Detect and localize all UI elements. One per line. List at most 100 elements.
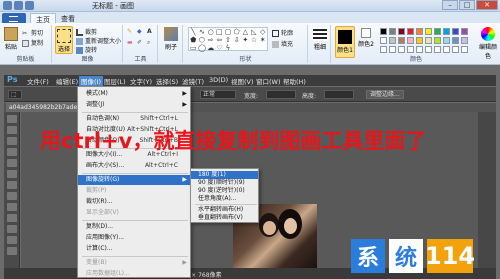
menu-file[interactable]: 文件(F) (27, 76, 49, 86)
blur-tool-icon[interactable] (6, 247, 17, 255)
color-swatch[interactable] (380, 28, 387, 35)
rectangle-shape-icon[interactable]: □ (215, 28, 224, 36)
color-swatch[interactable] (425, 28, 432, 35)
color2-button[interactable]: 颜色2 (357, 28, 375, 48)
menu-filter[interactable]: 滤镜(T) (182, 76, 204, 86)
rotation-menu-item[interactable]: 90 度(逆时针)(0) (191, 187, 258, 195)
image-menu-item[interactable]: 裁剪(P) (78, 186, 190, 196)
quick-select-tool-icon[interactable] (6, 148, 17, 156)
mode-select[interactable]: 正常 (200, 90, 236, 99)
polygon-shape-icon[interactable]: ⬠ (232, 28, 241, 36)
line-shape-icon[interactable]: ╲ (189, 28, 198, 36)
rotation-menu-item[interactable]: 水平翻转画布(H) (191, 206, 258, 214)
oval-shape-icon[interactable]: ○ (206, 28, 215, 36)
menu-view[interactable]: 视图(V) (231, 76, 254, 86)
close-button[interactable]: ✕ (476, 0, 498, 10)
eraser-icon[interactable]: ▬ (127, 39, 133, 46)
color-swatch[interactable] (461, 37, 468, 44)
color-swatch[interactable] (398, 37, 405, 44)
color-swatch[interactable] (425, 37, 432, 44)
marquee-tool-icon[interactable]: ⬚ (8, 90, 22, 99)
height-input[interactable] (324, 90, 354, 99)
color-swatch[interactable] (443, 28, 450, 35)
image-menu-item[interactable]: 复制(D)... (78, 222, 190, 232)
stamp-tool-icon[interactable] (6, 203, 17, 211)
brush-tool-icon[interactable] (6, 192, 17, 200)
resize-button[interactable]: 重新调整大小 (76, 36, 121, 45)
image-menu-item[interactable]: 应用数据组(L)... (78, 269, 190, 279)
lasso-tool-icon[interactable] (6, 137, 17, 145)
star5-shape-icon[interactable]: ☆ (250, 36, 259, 44)
tab-view[interactable]: 查看 (56, 13, 80, 23)
color-swatch[interactable] (443, 37, 450, 44)
marquee-tool-icon[interactable] (6, 126, 17, 134)
shapes-gallery[interactable]: ╲ ∿ ○ □ ▢ ⬠ △ ◺ ◇ ⬟ ⬡ ⇨ ⇦ ⇧ ⇩ ✦ ☆ ✶ ▭ ◯ ☁ ♡ ϟ (188, 27, 268, 52)
arrow-down-shape-icon[interactable]: ⇩ (232, 36, 241, 44)
callout-rect-shape-icon[interactable]: ▭ (189, 44, 198, 52)
lightning-shape-icon[interactable]: ϟ (224, 44, 233, 52)
custom-color-swatch[interactable] (380, 46, 387, 53)
redo-icon[interactable] (25, 1, 34, 10)
right-triangle-shape-icon[interactable]: ◺ (250, 28, 259, 36)
rounded-rect-shape-icon[interactable]: ▢ (224, 28, 233, 36)
image-menu-item[interactable]: 模式(M) ▶ (78, 89, 190, 99)
image-menu-item[interactable]: 自动色调(N) Shift+Ctrl+L (78, 114, 190, 124)
image-menu-item[interactable]: 画布大小(S)... Alt+Ctrl+C (78, 161, 190, 171)
copy-button[interactable]: 复制 (22, 38, 43, 47)
menu-window[interactable]: 窗口(W) (256, 76, 281, 86)
custom-color-swatch[interactable] (452, 46, 459, 53)
pencil-icon[interactable]: ✎ (127, 28, 132, 35)
fill-icon[interactable]: ◆ (137, 28, 142, 35)
undo-icon[interactable] (14, 1, 23, 10)
rotation-menu-item[interactable]: 90 度(顺时针)(9) (191, 179, 258, 187)
gradient-tool-icon[interactable] (6, 236, 17, 244)
cut-button[interactable]: ✂ 剪切 (22, 28, 43, 37)
rotation-menu-item[interactable]: 任意角度(A)... (191, 195, 258, 203)
color-swatch[interactable] (407, 37, 414, 44)
image-menu-item[interactable]: 计算(C)... (78, 244, 190, 254)
size-button[interactable]: 粗细 (311, 27, 329, 51)
color-swatch[interactable] (407, 28, 414, 35)
text-icon[interactable]: A (147, 28, 152, 35)
healing-tool-icon[interactable] (6, 181, 17, 189)
hexagon-shape-icon[interactable]: ⬡ (198, 36, 207, 44)
document-tab[interactable]: a04ad345982b2b7aden (6, 103, 84, 112)
outline-button[interactable]: 轮廓 (272, 28, 293, 37)
menu-type[interactable]: 文字(Y) (130, 76, 152, 86)
width-input[interactable] (266, 90, 296, 99)
image-menu-item[interactable]: 裁切(R)... (78, 197, 190, 207)
triangle-shape-icon[interactable]: △ (241, 28, 250, 36)
menu-select[interactable]: 选择(S) (156, 76, 178, 86)
rotation-menu-item[interactable]: 垂直翻转画布(V) (191, 214, 258, 222)
color-swatch[interactable] (434, 37, 441, 44)
crop-tool-icon[interactable] (6, 159, 17, 167)
menu-help[interactable]: 帮助(H) (283, 76, 306, 86)
star4-shape-icon[interactable]: ✦ (241, 36, 250, 44)
color-picker-icon[interactable]: ✐ (137, 39, 142, 46)
heart-shape-icon[interactable]: ♡ (215, 44, 224, 52)
diamond-shape-icon[interactable]: ◇ (258, 28, 267, 36)
menu-layer[interactable]: 图层(L) (104, 76, 126, 86)
menu-image[interactable]: 图像(I) (79, 76, 103, 86)
color-swatch[interactable] (389, 28, 396, 35)
cloud-shape-icon[interactable]: ☁ (206, 44, 215, 52)
rotation-menu-item[interactable]: 180 度(1) (191, 171, 258, 179)
color-swatch[interactable] (389, 37, 396, 44)
image-menu-item[interactable]: 显示全部(V) (78, 208, 190, 218)
image-menu-item[interactable]: 变量(B) ▶ (78, 258, 190, 268)
custom-color-swatch[interactable] (443, 46, 450, 53)
color-swatch[interactable] (461, 28, 468, 35)
arrow-up-shape-icon[interactable]: ⇧ (224, 36, 233, 44)
menu-edit[interactable]: 编辑(E) (56, 76, 78, 86)
rotate-button[interactable]: 旋转 (76, 45, 97, 54)
custom-color-swatch[interactable] (389, 46, 396, 53)
select-button[interactable]: 选择 (55, 26, 73, 54)
maximize-button[interactable]: □ (459, 0, 475, 10)
minimize-button[interactable]: – (442, 0, 458, 10)
brushes-button[interactable]: 刷子 (162, 27, 180, 51)
color-swatch[interactable] (416, 28, 423, 35)
history-brush-tool-icon[interactable] (6, 214, 17, 222)
callout-oval-shape-icon[interactable]: ◯ (198, 44, 207, 52)
eyedropper-tool-icon[interactable] (6, 170, 17, 178)
custom-color-swatch[interactable] (425, 46, 432, 53)
